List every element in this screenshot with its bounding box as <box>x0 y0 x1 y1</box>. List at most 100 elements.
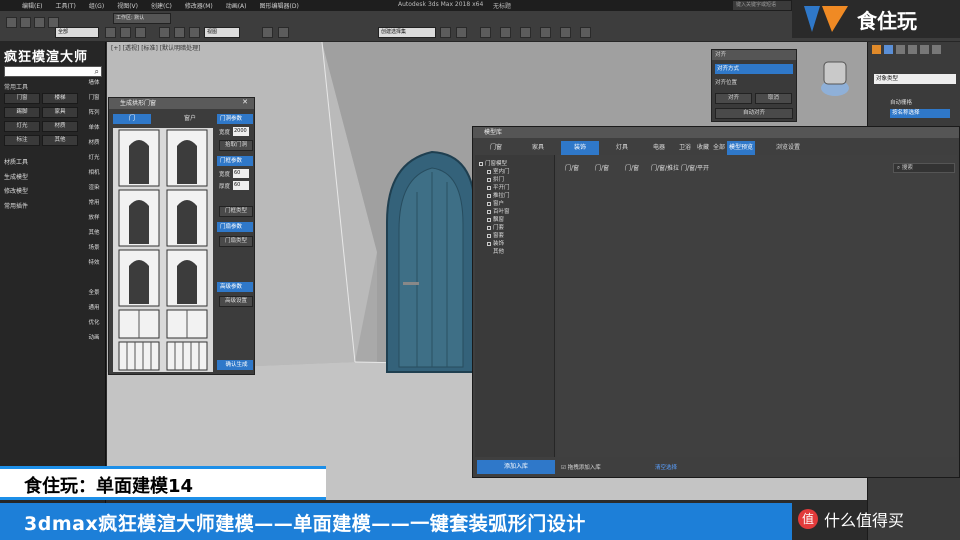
browse-settings-link[interactable]: 浏览设置 <box>763 141 813 155</box>
tree-item[interactable]: 其他 <box>493 247 504 255</box>
curve-editor-icon[interactable] <box>500 27 511 38</box>
plugin-button[interactable]: 家具 <box>42 107 78 118</box>
align-button[interactable]: 对齐 <box>715 93 752 104</box>
render-icon[interactable] <box>580 27 591 38</box>
scale-icon[interactable] <box>189 27 200 38</box>
motion-tab-icon[interactable] <box>908 45 917 54</box>
side-tab[interactable]: 阵列 <box>84 108 104 119</box>
link-icon[interactable] <box>34 17 45 28</box>
side-tab[interactable]: 单体 <box>84 123 104 134</box>
menu-item[interactable]: 编辑(E) <box>22 1 42 10</box>
frame-width-input[interactable]: 60 <box>233 169 249 178</box>
sub-tab[interactable]: 门/窗/推拉 <box>651 163 679 172</box>
plugin-button[interactable]: 踢脚 <box>4 107 40 118</box>
drag-add-checkbox[interactable]: ☑ 拖拽添加入库 <box>561 463 601 471</box>
side-tab[interactable]: 场景 <box>84 243 104 254</box>
tree-item[interactable]: 门套 <box>487 223 504 231</box>
menu-item[interactable]: 创建(C) <box>151 1 172 10</box>
plugin-button[interactable]: 其他 <box>42 135 78 146</box>
tree-item[interactable]: 推拉门 <box>487 191 510 199</box>
tab-lighting[interactable]: 灯具 <box>603 141 641 155</box>
plugin-button[interactable]: 楼梯 <box>42 93 78 104</box>
side-tab[interactable]: 特效 <box>84 258 104 269</box>
tree-item[interactable]: 百叶窗 <box>487 207 510 215</box>
utilities-tab-icon[interactable] <box>932 45 941 54</box>
select-by-name-icon[interactable] <box>120 27 131 38</box>
tab-furniture[interactable]: 家具 <box>519 141 557 155</box>
side-tab[interactable]: 灯光 <box>84 153 104 164</box>
rect-select-icon[interactable] <box>135 27 146 38</box>
frame-thickness-input[interactable]: 60 <box>233 181 249 190</box>
side-tab[interactable]: 通用 <box>84 303 104 314</box>
menu-item[interactable]: 组(G) <box>89 1 104 10</box>
angle-snap-icon[interactable] <box>278 27 289 38</box>
side-tab[interactable]: 门窗 <box>84 93 104 104</box>
object-type-dropdown[interactable]: 对象类型 <box>874 74 956 84</box>
clear-selection-link[interactable]: 清空选择 <box>655 463 677 471</box>
tab-door[interactable]: 门 <box>113 114 151 124</box>
menu-item[interactable]: 修改器(M) <box>185 1 213 10</box>
menu-item[interactable]: 视图(V) <box>117 1 138 10</box>
advanced-settings-button[interactable]: 高级设置 <box>219 296 253 307</box>
plugin-button[interactable]: 门窗 <box>4 93 40 104</box>
tab-decor[interactable]: 装饰 <box>561 141 599 155</box>
plugin-section[interactable]: 生成模型 <box>4 172 28 181</box>
pick-opening-button[interactable]: 拾取门洞 <box>219 140 253 151</box>
tree-item[interactable]: 门窗模型 <box>479 159 507 167</box>
tab-window[interactable]: 窗户 <box>171 114 209 124</box>
tree-item[interactable]: 窗户 <box>487 199 504 207</box>
plugin-button[interactable]: 灯光 <box>4 121 40 132</box>
create-tab-icon[interactable] <box>872 45 881 54</box>
reference-coord-dropdown[interactable]: 视图 <box>204 27 240 38</box>
selection-filter-dropdown[interactable]: 全部 <box>55 27 99 38</box>
side-tab[interactable]: 相机 <box>84 168 104 179</box>
side-tab[interactable]: 墙体 <box>84 78 104 89</box>
sub-tab[interactable]: 门/窗/平开 <box>681 163 709 172</box>
plugin-button[interactable]: 标注 <box>4 135 40 146</box>
side-tab[interactable]: 渲染 <box>84 183 104 194</box>
select-by-name-checkbox[interactable]: 按名称选择 <box>890 109 950 118</box>
width-input[interactable]: 2000 <box>233 127 249 136</box>
menu-item[interactable]: 图形编辑器(D) <box>260 1 299 10</box>
tree-item[interactable]: 拱门 <box>487 175 504 183</box>
tab-favorites[interactable]: 收藏 <box>695 141 711 155</box>
tab-doors-windows[interactable]: 门窗 <box>477 141 515 155</box>
align-icon[interactable] <box>456 27 467 38</box>
add-to-library-button[interactable]: 添加入库 <box>477 460 555 474</box>
tree-item[interactable]: 装饰 <box>487 239 504 247</box>
auto-align-button[interactable]: 自动对齐 <box>715 108 793 119</box>
side-tab[interactable]: 全景 <box>84 288 104 299</box>
viewport-label[interactable]: [+] [透视] [标准] [默认明暗处理] <box>111 43 200 52</box>
undo-icon[interactable] <box>6 17 17 28</box>
leaf-type-button[interactable]: 门扇类型 <box>219 236 253 247</box>
display-tab-icon[interactable] <box>920 45 929 54</box>
cancel-button[interactable]: 取消 <box>755 93 792 104</box>
menu-item[interactable]: 工具(T) <box>55 1 75 10</box>
viewcube-icon[interactable] <box>815 58 855 100</box>
layer-icon[interactable] <box>480 27 491 38</box>
modify-tab-icon[interactable] <box>884 45 893 54</box>
tab-appliance[interactable]: 电器 <box>645 141 673 155</box>
redo-icon[interactable] <box>20 17 31 28</box>
plugin-section[interactable]: 常用插件 <box>4 201 28 210</box>
mirror-icon[interactable] <box>440 27 451 38</box>
side-tab[interactable]: 优化 <box>84 318 104 329</box>
confirm-generate-button[interactable]: 确认生成 <box>217 360 253 370</box>
render-setup-icon[interactable] <box>560 27 571 38</box>
side-tab[interactable]: 其他 <box>84 228 104 239</box>
snap-icon[interactable] <box>262 27 273 38</box>
move-icon[interactable] <box>159 27 170 38</box>
tree-item[interactable]: 室内门 <box>487 167 510 175</box>
material-editor-icon[interactable] <box>540 27 551 38</box>
tree-item[interactable]: 平开门 <box>487 183 510 191</box>
close-icon[interactable]: ✕ <box>242 98 248 106</box>
plugin-section[interactable]: 修改模型 <box>4 186 28 195</box>
help-search-input[interactable]: 键入关键字或短语 <box>733 1 791 10</box>
side-tab[interactable]: 放样 <box>84 213 104 224</box>
rotate-icon[interactable] <box>174 27 185 38</box>
library-search-input[interactable]: ⌕ 搜索 <box>893 163 955 173</box>
plugin-button[interactable]: 材质 <box>42 121 78 132</box>
hierarchy-tab-icon[interactable] <box>896 45 905 54</box>
plugin-search-input[interactable]: ⌕ <box>4 66 102 77</box>
sub-tab[interactable]: 门/窗 <box>565 163 579 172</box>
